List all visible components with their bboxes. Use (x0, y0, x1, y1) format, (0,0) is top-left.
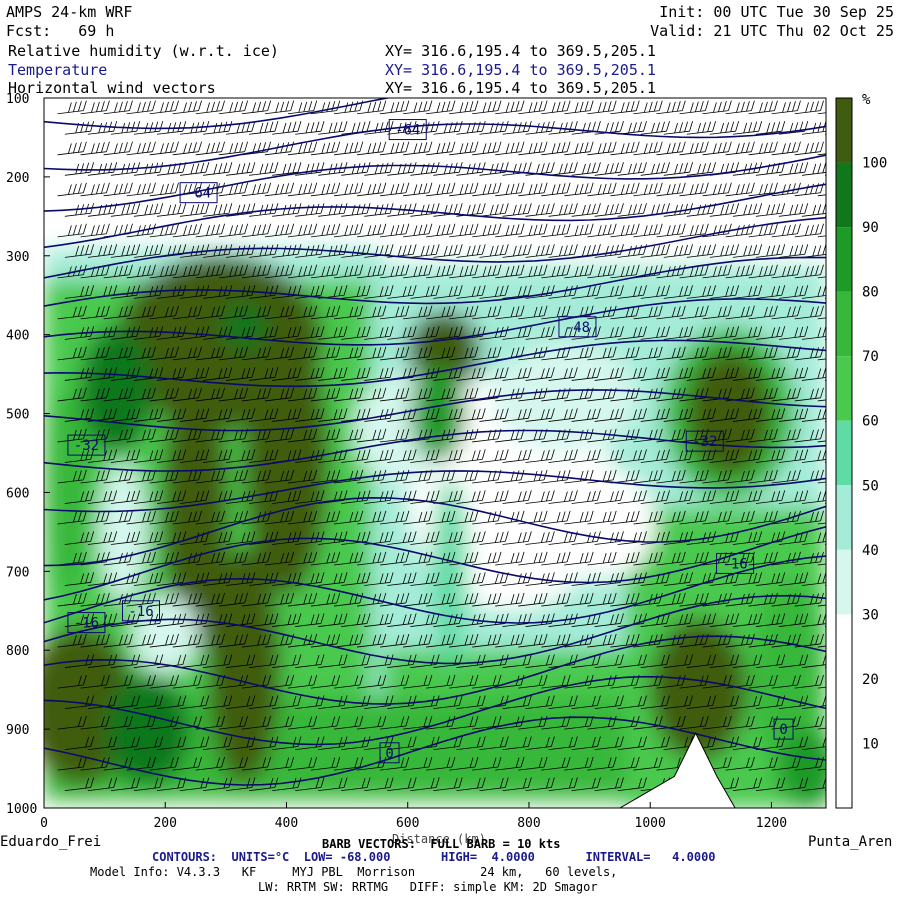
barb-feather (828, 121, 831, 131)
rh-patch (80, 326, 154, 453)
barb-feather (828, 613, 831, 623)
barb-feather (829, 143, 832, 153)
barb-feather (828, 285, 831, 295)
barb-feather (828, 490, 831, 500)
barb-feather (828, 572, 831, 582)
barb-feather (828, 531, 831, 541)
barb-feather (829, 102, 832, 112)
barb-feather (829, 226, 832, 236)
barb-feather (828, 326, 831, 336)
rh-patch (686, 350, 772, 477)
barb-feather (828, 367, 831, 377)
barb-feather (828, 449, 831, 459)
plot-area (44, 98, 832, 808)
barb-feather (829, 267, 832, 277)
rh-patch (219, 303, 269, 351)
cross-section-chart: 1002003004005006007008009001000 0 200 400 6… (6, 92, 887, 831)
barb-feather (828, 162, 831, 172)
barb-feather (828, 244, 831, 254)
barb-feather (828, 203, 831, 213)
barb-feather (828, 408, 831, 418)
barb-feather (829, 185, 832, 195)
